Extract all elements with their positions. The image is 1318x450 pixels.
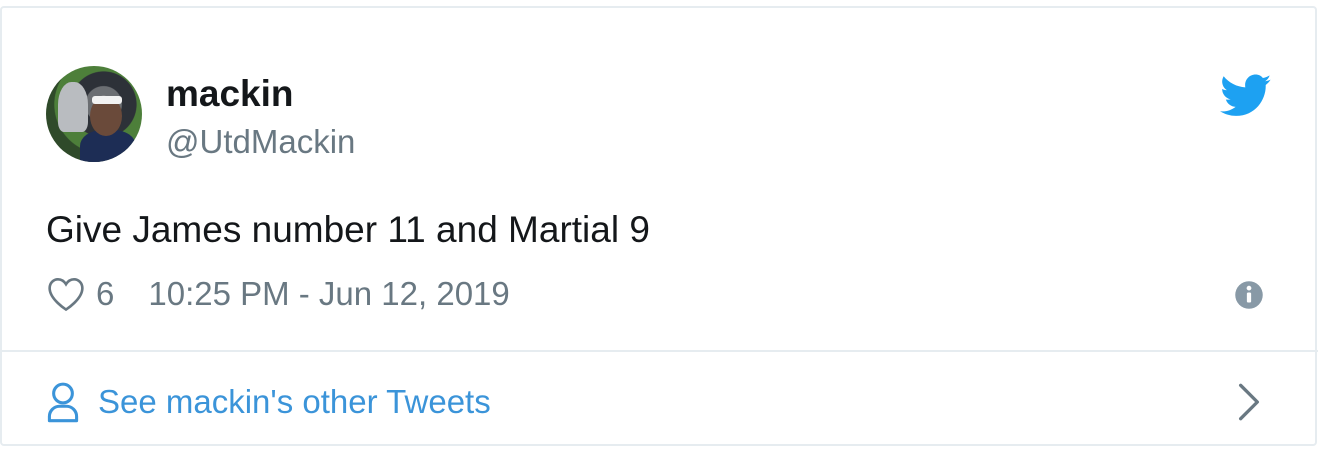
person-icon: [47, 382, 79, 423]
info-icon[interactable]: [1234, 280, 1264, 310]
other-tweets-label[interactable]: See mackin's other Tweets: [98, 383, 491, 421]
author-handle[interactable]: @UtdMackin: [166, 122, 355, 162]
tweet-text: Give James number 11 and Martial 9: [46, 209, 650, 250]
other-tweets-link[interactable]: See mackin's other Tweets: [46, 378, 491, 426]
author-name[interactable]: mackin: [166, 72, 294, 116]
tweet-card: mackin @UtdMackin Give James number 11 a…: [0, 6, 1318, 446]
like-count[interactable]: 6: [96, 275, 114, 313]
tweet-meta: 6 10:25 PM - Jun 12, 2019: [46, 272, 510, 316]
avatar[interactable]: [46, 66, 142, 162]
heart-icon[interactable]: [46, 276, 86, 312]
avatar-headband: [92, 96, 122, 104]
tweet-timestamp[interactable]: 10:25 PM - Jun 12, 2019: [148, 275, 509, 313]
chevron-right-icon[interactable]: [1236, 382, 1262, 422]
divider: [2, 350, 1318, 352]
twitter-bird-icon[interactable]: [1220, 74, 1272, 118]
avatar-trophy: [58, 82, 88, 132]
